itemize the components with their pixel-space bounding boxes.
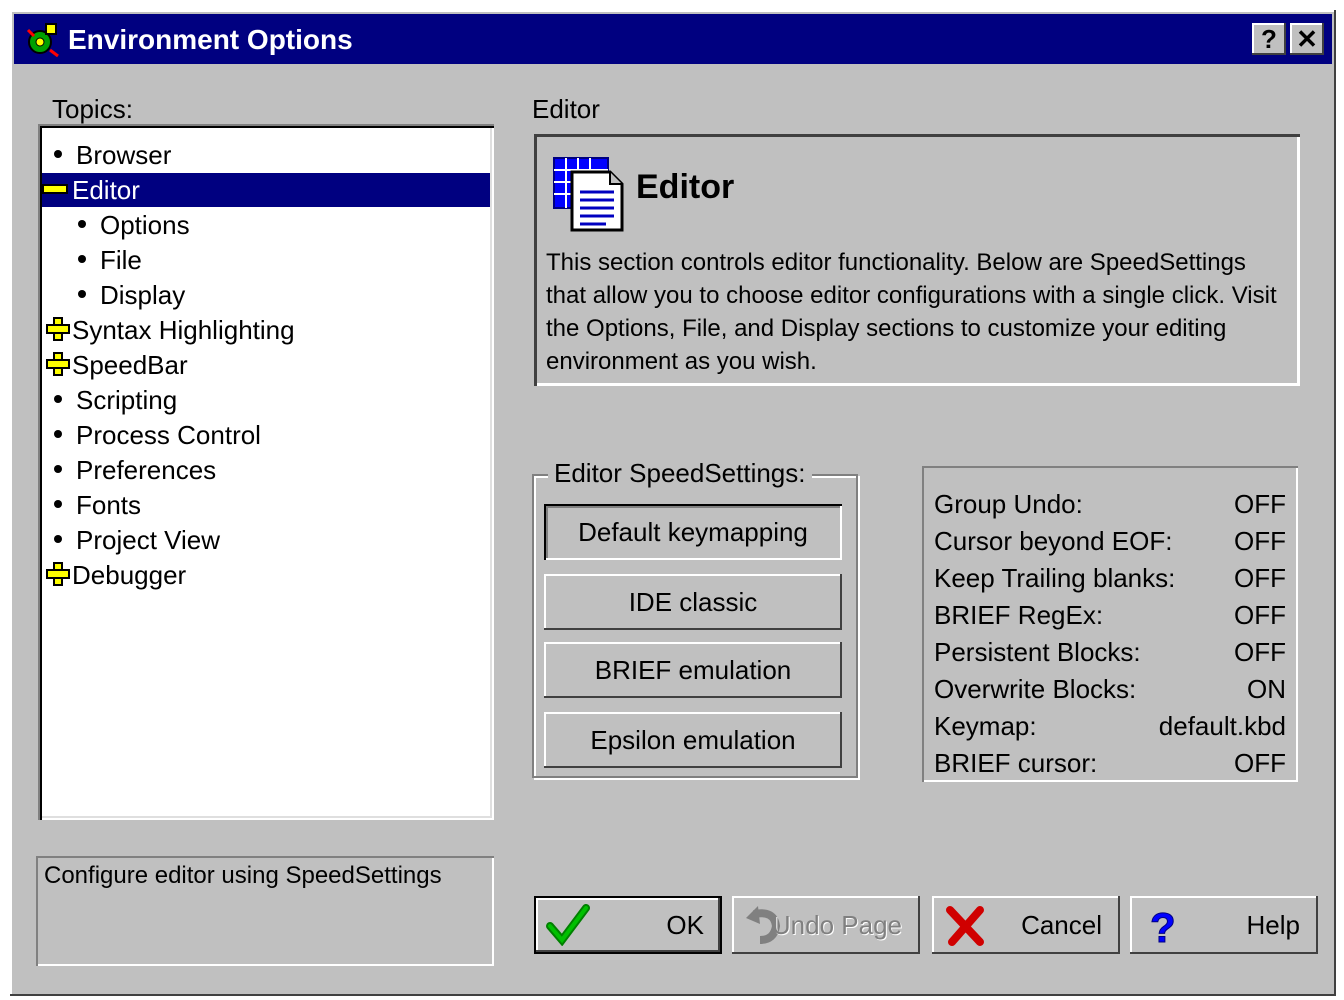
topic-item-options[interactable]: Options — [78, 208, 190, 242]
status-row: BRIEF cursor: OFF — [934, 745, 1286, 781]
status-value: OFF — [1234, 489, 1286, 519]
topic-item-speedbar[interactable]: SpeedBar — [46, 348, 188, 382]
topic-item-preferences[interactable]: Preferences — [46, 453, 216, 487]
topic-item-syntax-highlighting[interactable]: Syntax Highlighting — [46, 313, 295, 347]
topic-item-label: Fonts — [76, 490, 142, 520]
topic-item-display[interactable]: Display — [78, 278, 185, 312]
hint-text: Configure editor using SpeedSettings — [44, 862, 442, 889]
topic-item-label: Project View — [76, 525, 221, 555]
undo-page-label: Undo Page — [771, 910, 902, 940]
app-gear-icon — [26, 23, 59, 58]
bullet-icon — [78, 290, 86, 299]
topics-label: Topics: — [52, 94, 133, 124]
status-key: BRIEF RegEx: — [934, 600, 1104, 630]
topic-item-label: SpeedBar — [72, 350, 188, 380]
topic-item-label: Scripting — [76, 385, 178, 415]
expand-plus-icon[interactable] — [46, 352, 70, 377]
undo-page-button[interactable]: Undo Page — [732, 896, 920, 954]
topic-item-label: Syntax Highlighting — [72, 315, 295, 345]
question-mark-icon: ? — [1150, 904, 1177, 946]
editor-info-panel: Editor This section controls editor func… — [534, 134, 1300, 386]
topic-item-browser[interactable]: Browser — [46, 138, 171, 172]
status-value: OFF — [1234, 637, 1286, 667]
settings-status-panel: Group Undo: OFF Cursor beyond EOF: OFF Keep … — [922, 466, 1298, 782]
status-key: Cursor beyond EOF: — [934, 526, 1173, 556]
editor-document-icon — [553, 157, 624, 232]
status-key: BRIEF cursor: — [934, 748, 1098, 778]
expand-plus-icon[interactable] — [46, 317, 70, 342]
bullet-icon — [54, 430, 62, 439]
topic-item-debugger[interactable]: Debugger — [46, 558, 186, 592]
brief-emulation-button[interactable]: BRIEF emulation — [544, 642, 842, 698]
bullet-icon — [54, 395, 62, 404]
speedsettings-label: Editor SpeedSettings: — [548, 458, 812, 489]
status-value: default.kbd — [1158, 711, 1286, 741]
status-value: ON — [1247, 674, 1286, 704]
topics-tree[interactable]: Browser Editor Options File Display Syntax Hi… — [38, 124, 494, 820]
status-key: Keep Trailing blanks: — [934, 563, 1176, 593]
cancel-label: Cancel — [1021, 910, 1102, 940]
hint-panel: Configure editor using SpeedSettings — [36, 856, 494, 966]
help-button[interactable]: ? Help — [1130, 896, 1318, 954]
editor-heading: Editor — [636, 168, 735, 206]
topic-item-label: Browser — [76, 140, 172, 170]
window-title: Environment Options — [68, 24, 353, 55]
topic-item-fonts[interactable]: Fonts — [46, 488, 141, 522]
topic-item-label: Display — [100, 280, 186, 310]
status-key: Persistent Blocks: — [934, 637, 1141, 667]
cancel-button[interactable]: Cancel — [932, 896, 1120, 954]
epsilon-emulation-button[interactable]: Epsilon emulation — [544, 712, 842, 768]
epsilon-emulation-label: Epsilon emulation — [590, 725, 796, 755]
topic-item-label: Options — [100, 210, 190, 240]
default-keymapping-button[interactable]: Default keymapping — [544, 504, 842, 560]
topic-item-label: File — [100, 245, 142, 275]
topic-item-file[interactable]: File — [78, 243, 142, 277]
svg-text:?: ? — [1150, 904, 1176, 946]
status-row: Keep Trailing blanks: OFF — [934, 560, 1286, 596]
status-value: OFF — [1234, 600, 1286, 630]
bullet-icon — [78, 255, 86, 264]
checkmark-icon — [546, 904, 590, 946]
topic-item-label: Debugger — [72, 560, 187, 590]
status-key: Keymap: — [934, 711, 1037, 741]
section-label: Editor — [532, 94, 600, 124]
red-x-icon — [946, 906, 984, 946]
status-row: Cursor beyond EOF: OFF — [934, 523, 1286, 559]
bullet-icon — [54, 500, 62, 509]
help-label: Help — [1246, 910, 1300, 940]
topic-item-project-view[interactable]: Project View — [46, 523, 220, 557]
topic-item-editor[interactable]: Editor — [42, 173, 490, 207]
editor-description: This section controls editor functionali… — [546, 249, 1277, 375]
topic-item-label: Preferences — [76, 455, 217, 485]
brief-emulation-label: BRIEF emulation — [594, 655, 792, 685]
ok-button[interactable]: OK — [534, 896, 722, 954]
status-value: OFF — [1234, 748, 1286, 778]
bullet-icon — [54, 150, 62, 159]
close-title-button[interactable]: ✕ — [1290, 23, 1324, 55]
collapse-minus-icon[interactable] — [42, 184, 68, 195]
topic-item-process-control[interactable]: Process Control — [46, 418, 261, 452]
topic-item-label: Process Control — [76, 420, 261, 450]
topic-item-scripting[interactable]: Scripting — [46, 383, 177, 417]
status-row: Keymap: default.kbd — [934, 708, 1286, 744]
status-value: OFF — [1234, 526, 1286, 556]
expand-plus-icon[interactable] — [46, 562, 70, 587]
status-key: Overwrite Blocks: — [934, 674, 1137, 704]
bullet-icon — [54, 535, 62, 544]
bullet-icon — [78, 220, 86, 229]
bullet-icon — [54, 465, 62, 474]
ide-classic-button[interactable]: IDE classic — [544, 574, 842, 630]
ok-label: OK — [666, 910, 704, 940]
help-title-button[interactable]: ? — [1252, 23, 1286, 55]
status-row: BRIEF RegEx: OFF — [934, 597, 1286, 633]
status-value: OFF — [1234, 563, 1286, 593]
status-row: Group Undo: OFF — [934, 486, 1286, 522]
default-keymapping-label: Default keymapping — [578, 517, 808, 547]
status-row: Overwrite Blocks: ON — [934, 671, 1286, 707]
topic-item-label: Editor — [72, 175, 140, 205]
title-bar[interactable]: Environment Options ? ✕ — [14, 14, 1332, 64]
status-key: Group Undo: — [934, 489, 1083, 519]
status-row: Persistent Blocks: OFF — [934, 634, 1286, 670]
ide-classic-label: IDE classic — [628, 587, 758, 617]
